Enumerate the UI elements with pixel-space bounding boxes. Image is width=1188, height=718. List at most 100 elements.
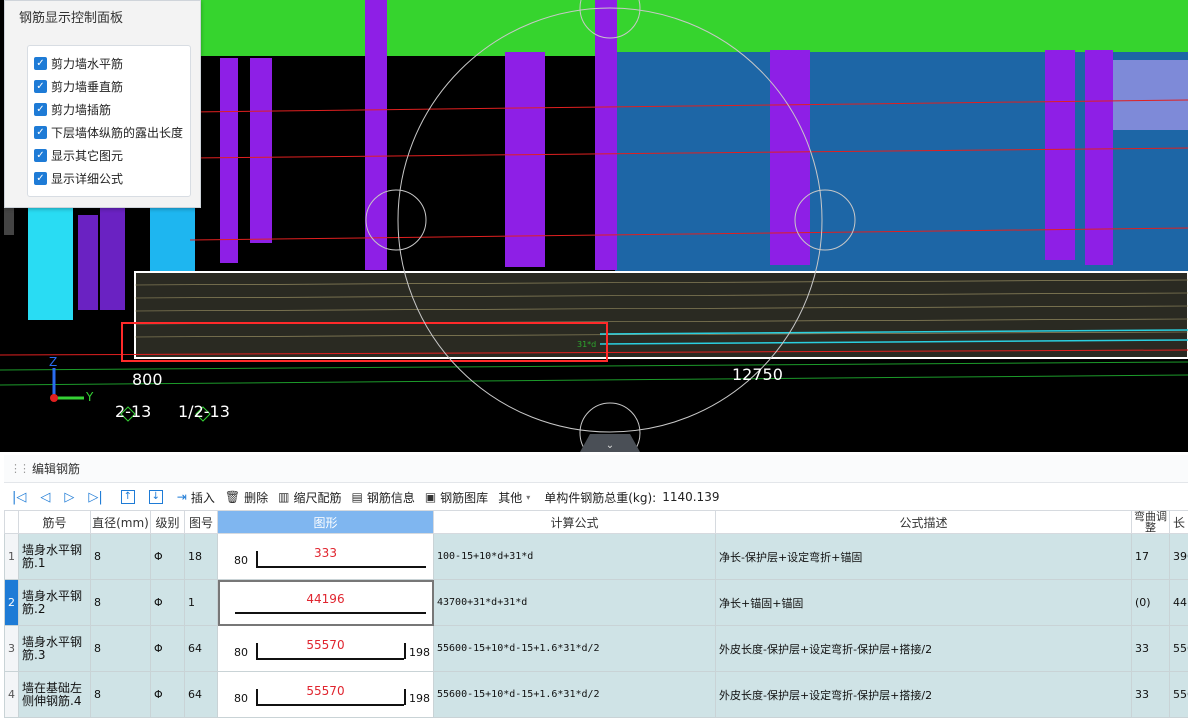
bar-name-cell[interactable]: 墙身水平钢筋.1 [19, 534, 91, 580]
shape-cell[interactable]: 80 55570 198 [218, 626, 434, 672]
green-grid-lines [0, 362, 1188, 385]
length-cell[interactable]: 441 [1170, 580, 1188, 626]
edit-rebar-panel: ⋮⋮ 编辑钢筋 |◁ ◁ ▷ ▷| ↑ ↓ ⇥插入 🗑删除 ▥缩尺配筋 ▤钢筋信… [4, 455, 1188, 696]
header-figure-no[interactable]: 图号 [185, 511, 218, 534]
last-record-icon[interactable]: ▷| [88, 490, 102, 505]
checkbox-icon[interactable]: ✓ [34, 149, 47, 162]
option-wall-horizontal-rebar[interactable]: ✓剪力墙水平筋 [34, 53, 123, 73]
table-row[interactable]: 1 墙身水平钢筋.1 8 Φ 18 80 333 100-15+10*d+31*… [5, 534, 1188, 580]
length-cell[interactable]: 556 [1170, 626, 1188, 672]
figure-no-cell[interactable]: 18 [185, 534, 218, 580]
figure-no-cell[interactable]: 64 [185, 672, 218, 718]
checkbox-icon[interactable]: ✓ [34, 126, 47, 139]
grade-cell[interactable]: Φ [151, 580, 185, 626]
row-number[interactable]: 2 [5, 580, 19, 626]
formula-desc-cell[interactable]: 外皮长度-保护层+设定弯折-保护层+搭接/2 [716, 626, 1132, 672]
shape-main-value: 44196 [221, 592, 430, 606]
option-show-detailed-formula[interactable]: ✓显示详细公式 [34, 168, 123, 188]
grade-cell[interactable]: Φ [151, 626, 185, 672]
row-number[interactable]: 4 [5, 672, 19, 718]
bend-adjust-cell[interactable]: 33 [1132, 672, 1170, 718]
diameter-cell[interactable]: 8 [91, 580, 151, 626]
panel-title: 钢筋显示控制面板 [19, 7, 123, 26]
header-bend-adjust[interactable]: 弯曲调整 [1132, 511, 1170, 534]
formula-cell[interactable]: 55600-15+10*d-15+1.6*31*d/2 [434, 626, 716, 672]
table-row[interactable]: 2 墙身水平钢筋.2 8 Φ 1 44196 43700+31*d+31*d 净… [5, 580, 1188, 626]
option-wall-vertical-rebar[interactable]: ✓剪力墙垂直筋 [34, 76, 123, 96]
shape-right-value: 198 [409, 692, 430, 705]
bar-name-cell[interactable]: 墙在基础左侧伸钢筋.4 [19, 672, 91, 718]
scale-rebar-button[interactable]: ▥缩尺配筋 [278, 489, 341, 506]
shape-cell[interactable]: 80 55570 198 [218, 672, 434, 718]
next-record-icon[interactable]: ▷ [64, 490, 74, 505]
dimension-left: 800 [132, 370, 163, 389]
header-formula-desc[interactable]: 公式描述 [716, 511, 1132, 534]
figure-no-cell[interactable]: 64 [185, 626, 218, 672]
shape-bar-line [256, 658, 404, 660]
table-row[interactable]: 3 墙身水平钢筋.3 8 Φ 64 80 55570 198 55600-15+… [5, 626, 1188, 672]
rebar-info-button[interactable]: ▤钢筋信息 [351, 489, 414, 506]
formula-desc-cell[interactable]: 外皮长度-保护层+设定弯折-保护层+搭接/2 [716, 672, 1132, 718]
left-collapse-handle[interactable] [4, 205, 14, 235]
other-dropdown[interactable]: 其他▾ [498, 489, 530, 506]
shape-cell[interactable]: 80 333 [218, 534, 434, 580]
row-number[interactable]: 1 [5, 534, 19, 580]
option-show-other-elements[interactable]: ✓显示其它图元 [34, 145, 123, 165]
insert-button[interactable]: ⇥插入 [177, 489, 215, 506]
option-wall-dowel-rebar[interactable]: ✓剪力墙插筋 [34, 99, 111, 119]
header-shape[interactable]: 图形 [218, 511, 434, 534]
formula-desc-cell[interactable]: 净长-保护层+设定弯折+锚固 [716, 534, 1132, 580]
shape-bar-line [256, 704, 404, 706]
rebar-library-button[interactable]: ▣钢筋图库 [425, 489, 488, 506]
diameter-cell[interactable]: 8 [91, 534, 151, 580]
move-down-icon[interactable]: ↓ [149, 490, 163, 504]
bend-adjust-cell[interactable]: 17 [1132, 534, 1170, 580]
diameter-cell[interactable]: 8 [91, 626, 151, 672]
checkbox-icon[interactable]: ✓ [34, 80, 47, 93]
wall-top-band [190, 0, 1188, 56]
bar-name-cell[interactable]: 墙身水平钢筋.2 [19, 580, 91, 626]
option-lower-wall-exposed-length[interactable]: ✓下层墙体纵筋的露出长度 [34, 122, 183, 142]
formula-desc-cell[interactable]: 净长+锚固+锚固 [716, 580, 1132, 626]
formula-cell[interactable]: 100-15+10*d+31*d [434, 534, 716, 580]
prev-record-icon[interactable]: ◁ [40, 490, 50, 505]
bend-adjust-cell[interactable]: 33 [1132, 626, 1170, 672]
checkbox-icon[interactable]: ✓ [34, 103, 47, 116]
header-length[interactable]: 长 [1170, 511, 1188, 534]
axis-y-label: Y [86, 390, 93, 404]
formula-cell[interactable]: 43700+31*d+31*d [434, 580, 716, 626]
insert-icon: ⇥ [177, 490, 187, 504]
shape-cell[interactable]: 44196 [218, 580, 434, 626]
header-diameter[interactable]: 直径(mm) [91, 511, 151, 534]
figure-no-cell[interactable]: 1 [185, 580, 218, 626]
row-number[interactable]: 3 [5, 626, 19, 672]
shape-bar-line [235, 612, 426, 614]
header-row-number [5, 511, 19, 534]
bend-adjust-cell[interactable]: (0) [1132, 580, 1170, 626]
cyan-column [28, 205, 73, 320]
checkbox-icon[interactable]: ✓ [34, 57, 47, 70]
trash-icon: 🗑 [225, 490, 240, 504]
editor-title: 编辑钢筋 [32, 460, 80, 477]
panel-options-box: ✓剪力墙水平筋 ✓剪力墙垂直筋 ✓剪力墙插筋 ✓下层墙体纵筋的露出长度 ✓显示其… [27, 45, 191, 197]
bar-name-cell[interactable]: 墙身水平钢筋.3 [19, 626, 91, 672]
header-bar-no[interactable]: 筋号 [19, 511, 91, 534]
shape-hook-right [404, 643, 406, 659]
header-formula[interactable]: 计算公式 [434, 511, 716, 534]
diameter-cell[interactable]: 8 [91, 672, 151, 718]
checkbox-icon[interactable]: ✓ [34, 172, 47, 185]
formula-cell[interactable]: 55600-15+10*d-15+1.6*31*d/2 [434, 672, 716, 718]
move-up-icon[interactable]: ↑ [121, 490, 135, 504]
drag-grip-icon[interactable]: ⋮⋮ [10, 462, 20, 475]
grade-cell[interactable]: Φ [151, 672, 185, 718]
header-grade[interactable]: 级别 [151, 511, 185, 534]
delete-button[interactable]: 🗑删除 [225, 489, 268, 506]
first-record-icon[interactable]: |◁ [12, 490, 26, 505]
length-cell[interactable]: 556 [1170, 672, 1188, 718]
table-row[interactable]: 4 墙在基础左侧伸钢筋.4 8 Φ 64 80 55570 198 55600-… [5, 672, 1188, 718]
axis-label-2-13: 2-13 [115, 402, 151, 421]
table-header-row: 筋号 直径(mm) 级别 图号 图形 计算公式 公式描述 弯曲调整 长 [5, 511, 1188, 534]
length-cell[interactable]: 396 [1170, 534, 1188, 580]
grade-cell[interactable]: Φ [151, 534, 185, 580]
ruler-icon: ▥ [278, 490, 289, 504]
